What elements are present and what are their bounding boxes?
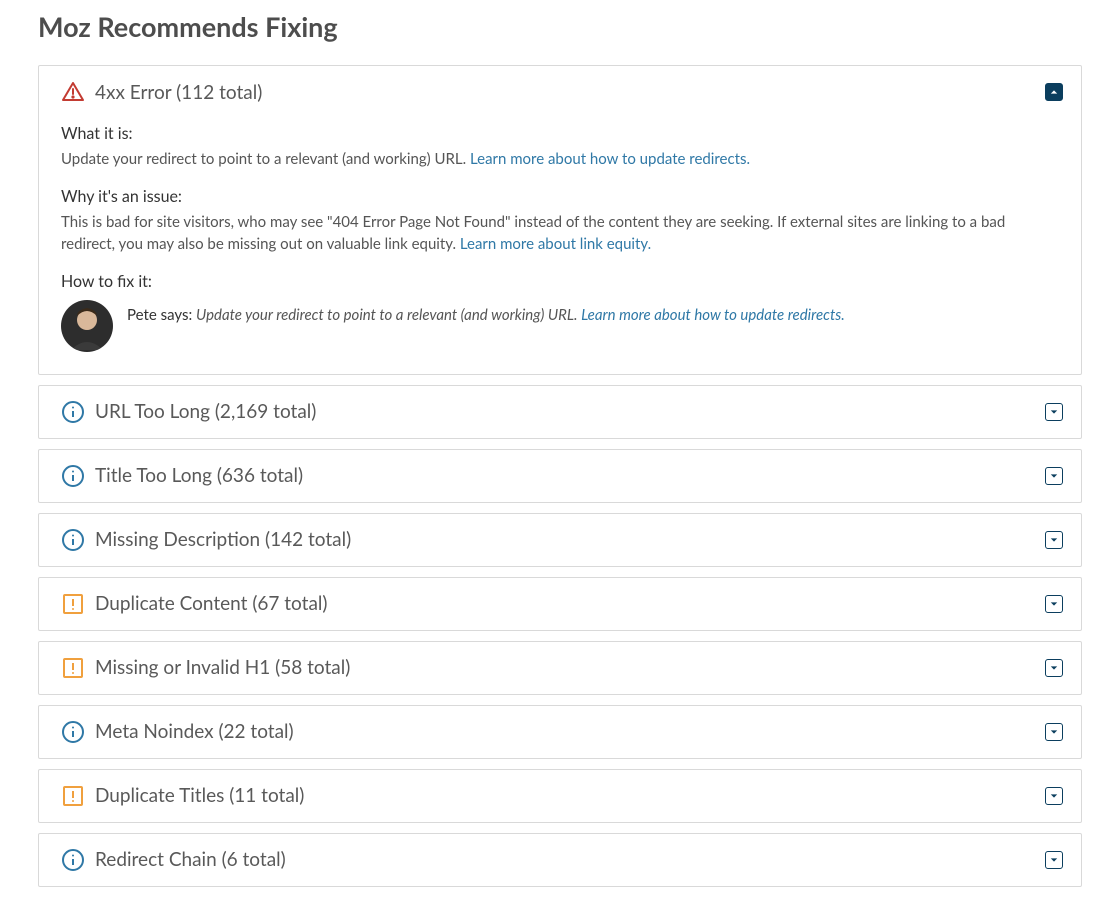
avatar <box>61 300 113 352</box>
info-circle-icon <box>61 848 85 872</box>
issue-header[interactable]: Title Too Long (636 total) <box>39 450 1081 502</box>
issue-panel-meta-noindex: Meta Noindex (22 total) <box>38 705 1082 759</box>
issue-header[interactable]: Duplicate Titles (11 total) <box>39 770 1081 822</box>
expand-toggle[interactable] <box>1045 467 1063 485</box>
issue-title: Redirect Chain (6 total) <box>95 848 1045 871</box>
issue-panel-duplicate-titles: Duplicate Titles (11 total) <box>38 769 1082 823</box>
warning-square-icon <box>61 784 85 808</box>
issue-panel-missing-h1: Missing or Invalid H1 (58 total) <box>38 641 1082 695</box>
warning-square-icon <box>61 656 85 680</box>
learn-more-redirects-link[interactable]: Learn more about how to update redirects… <box>470 150 750 168</box>
expand-toggle[interactable] <box>1045 851 1063 869</box>
issue-header[interactable]: Duplicate Content (67 total) <box>39 578 1081 630</box>
expand-toggle[interactable] <box>1045 403 1063 421</box>
issue-header[interactable]: Meta Noindex (22 total) <box>39 706 1081 758</box>
why-issue-text: This is bad for site visitors, who may s… <box>61 211 1059 256</box>
issue-title: Missing Description (142 total) <box>95 528 1045 551</box>
issue-title: URL Too Long (2,169 total) <box>95 400 1045 423</box>
learn-more-link-equity-link[interactable]: Learn more about link equity. <box>460 235 651 253</box>
issue-panel-redirect-chain: Redirect Chain (6 total) <box>38 833 1082 887</box>
info-circle-icon <box>61 528 85 552</box>
issue-header[interactable]: URL Too Long (2,169 total) <box>39 386 1081 438</box>
issue-header[interactable]: 4xx Error (112 total) <box>39 66 1081 118</box>
issue-title: Missing or Invalid H1 (58 total) <box>95 656 1045 679</box>
how-to-fix-label: How to fix it: <box>61 270 1059 294</box>
issue-panel-url-too-long: URL Too Long (2,169 total) <box>38 385 1082 439</box>
expand-toggle[interactable] <box>1045 723 1063 741</box>
expand-toggle[interactable] <box>1045 659 1063 677</box>
expand-toggle[interactable] <box>1045 595 1063 613</box>
what-it-is-text: Update your redirect to point to a relev… <box>61 148 1059 171</box>
learn-more-redirects-link-2[interactable]: Learn more about how to update redirects… <box>581 306 845 324</box>
how-to-fix-text: Pete says: Update your redirect to point… <box>127 300 845 327</box>
issue-title: Title Too Long (636 total) <box>95 464 1045 487</box>
issue-title: 4xx Error (112 total) <box>95 81 1045 104</box>
issue-panel-duplicate-content: Duplicate Content (67 total) <box>38 577 1082 631</box>
expand-toggle[interactable] <box>1045 787 1063 805</box>
why-issue-label: Why it's an issue: <box>61 185 1059 209</box>
issue-body: What it is: Update your redirect to poin… <box>39 118 1081 374</box>
issue-title: Duplicate Content (67 total) <box>95 592 1045 615</box>
alert-triangle-icon <box>61 80 85 104</box>
issue-title: Meta Noindex (22 total) <box>95 720 1045 743</box>
issue-header[interactable]: Redirect Chain (6 total) <box>39 834 1081 886</box>
page-title: Moz Recommends Fixing <box>38 10 1082 43</box>
info-circle-icon <box>61 400 85 424</box>
issues-accordion: 4xx Error (112 total) What it is: Update… <box>38 65 1082 887</box>
issue-panel-title-too-long: Title Too Long (636 total) <box>38 449 1082 503</box>
how-to-fix-row: Pete says: Update your redirect to point… <box>61 300 1059 352</box>
issue-header[interactable]: Missing Description (142 total) <box>39 514 1081 566</box>
issue-title: Duplicate Titles (11 total) <box>95 784 1045 807</box>
warning-square-icon <box>61 592 85 616</box>
issue-panel-missing-description: Missing Description (142 total) <box>38 513 1082 567</box>
expand-toggle[interactable] <box>1045 531 1063 549</box>
issue-header[interactable]: Missing or Invalid H1 (58 total) <box>39 642 1081 694</box>
issue-panel-4xx-error: 4xx Error (112 total) What it is: Update… <box>38 65 1082 375</box>
info-circle-icon <box>61 720 85 744</box>
what-it-is-label: What it is: <box>61 122 1059 146</box>
info-circle-icon <box>61 464 85 488</box>
collapse-toggle[interactable] <box>1045 83 1063 101</box>
